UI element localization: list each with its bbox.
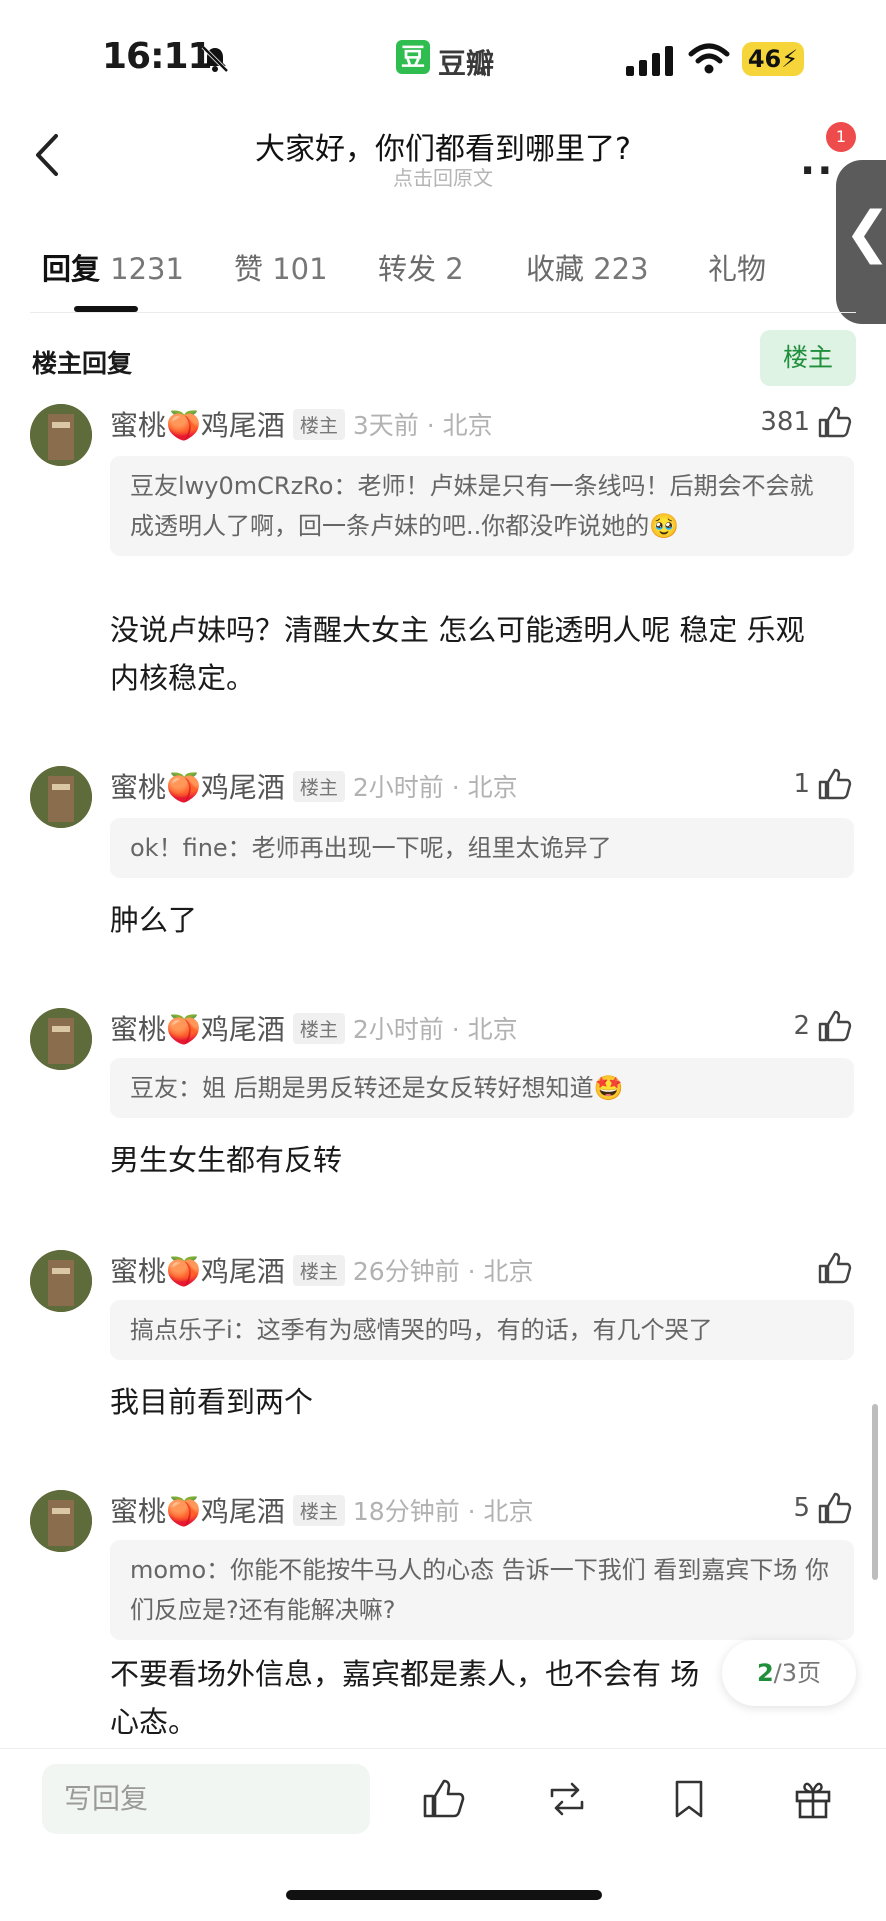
avatar-image <box>30 1008 92 1070</box>
like-control[interactable]: 2 <box>710 1008 852 1044</box>
comment-text: 我目前看到两个 <box>110 1385 314 1419</box>
avatar[interactable] <box>30 1008 92 1070</box>
avatar-image <box>30 1250 92 1312</box>
op-tag: 楼主 <box>292 1254 345 1286</box>
like-control[interactable]: 381 <box>710 404 852 440</box>
avatar-image <box>30 1490 92 1552</box>
comment-meta: 26分钟前 · 北京 <box>352 1257 534 1286</box>
tab-replies[interactable]: 回复 1231 <box>42 246 184 288</box>
op-filter-button[interactable]: 楼主 <box>760 330 856 386</box>
side-panel-handle[interactable]: ❮ <box>836 160 886 324</box>
section-title: 楼主回复 <box>32 349 133 378</box>
bookmark-icon[interactable] <box>666 1776 712 1822</box>
comment-header: 蜜桃🍑鸡尾酒 楼主 2小时前 · 北京 <box>110 1008 518 1048</box>
avatar[interactable] <box>30 1490 92 1552</box>
quoted-comment[interactable]: 豆友lwy0mCRzRo：老师！卢妹是只有一条线吗！后期会不会就成透明人了啊，回… <box>110 456 854 556</box>
avatar[interactable] <box>30 1250 92 1312</box>
like-count: 1 <box>793 769 810 799</box>
thumbs-up-icon[interactable] <box>420 1776 466 1822</box>
tab-likes[interactable]: 赞 101 <box>234 246 328 288</box>
current-page: 2 <box>756 1659 774 1687</box>
home-indicator <box>286 1890 602 1900</box>
comment-header: 蜜桃🍑鸡尾酒 楼主 18分钟前 · 北京 <box>110 1490 534 1530</box>
total-pages: /3页 <box>773 1659 822 1687</box>
gift-icon[interactable] <box>790 1776 836 1822</box>
thumbs-up-icon <box>818 406 852 438</box>
username[interactable]: 蜜桃🍑鸡尾酒 <box>110 1008 285 1048</box>
quoted-comment[interactable]: 搞点乐子i：这季有为感情哭的吗，有的话，有几个哭了 <box>110 1300 854 1360</box>
op-tag: 楼主 <box>292 770 345 802</box>
notification-badge: 1 <box>826 122 856 152</box>
username[interactable]: 蜜桃🍑鸡尾酒 <box>110 404 285 444</box>
like-count: 5 <box>793 1493 810 1523</box>
chevron-left-icon: ❮ <box>844 200 886 265</box>
comment-meta: 3天前 · 北京 <box>352 411 493 440</box>
tabs-divider <box>30 312 856 313</box>
signal-icon <box>626 46 673 76</box>
page-indicator[interactable]: 2/3页 <box>722 1640 856 1706</box>
username[interactable]: 蜜桃🍑鸡尾酒 <box>110 1250 285 1290</box>
username[interactable]: 蜜桃🍑鸡尾酒 <box>110 766 285 806</box>
like-count: 2 <box>793 1011 810 1041</box>
back-to-original-link[interactable]: 点击回原文 <box>0 162 886 191</box>
tab-collections[interactable]: 收藏 223 <box>526 246 649 288</box>
repost-icon[interactable] <box>544 1776 590 1822</box>
thumbs-up-icon <box>818 768 852 800</box>
reply-input[interactable]: 写回复 <box>42 1764 370 1834</box>
username[interactable]: 蜜桃🍑鸡尾酒 <box>110 1490 285 1530</box>
thumbs-up-icon <box>818 1252 852 1284</box>
op-tag: 楼主 <box>292 1012 345 1044</box>
avatar-image <box>30 404 92 466</box>
comment-text: 男生女生都有反转 <box>110 1143 343 1177</box>
status-time: 16:11 <box>102 36 213 77</box>
avatar-image <box>30 766 92 828</box>
tab-reposts[interactable]: 转发 2 <box>378 246 464 288</box>
avatar[interactable] <box>30 404 92 466</box>
wifi-icon <box>688 43 730 74</box>
comment-meta: 18分钟前 · 北京 <box>352 1497 534 1526</box>
comment-text: 没说卢妹吗？清醒大女主 怎么可能透明人呢 稳定 乐观 内核稳定。 <box>110 613 805 695</box>
bell-muted-icon <box>201 45 229 73</box>
battery-indicator: 46⚡ <box>742 42 804 76</box>
like-control[interactable]: 5 <box>710 1490 852 1526</box>
avatar[interactable] <box>30 766 92 828</box>
app-name: 豆瓣 <box>438 47 495 80</box>
thumbs-up-icon <box>818 1010 852 1042</box>
scrollbar[interactable] <box>872 1404 878 1580</box>
comment-header: 蜜桃🍑鸡尾酒 楼主 26分钟前 · 北京 <box>110 1250 534 1290</box>
like-count: 381 <box>760 407 810 437</box>
comment-header: 蜜桃🍑鸡尾酒 楼主 2小时前 · 北京 <box>110 766 518 806</box>
thumbs-up-icon <box>818 1492 852 1524</box>
douban-logo: 豆 <box>396 40 430 74</box>
like-control[interactable]: 1 <box>710 766 852 802</box>
quoted-comment[interactable]: momo：你能不能按牛马人的心态 告诉一下我们 看到嘉宾下场 你们反应是?还有能… <box>110 1540 854 1640</box>
op-tag: 楼主 <box>292 408 345 440</box>
like-control[interactable] <box>710 1250 852 1286</box>
quoted-comment[interactable]: ok！fine：老师再出现一下呢，组里太诡异了 <box>110 818 854 878</box>
tab-gifts[interactable]: 礼物 <box>708 246 766 288</box>
comment-text: 不要看场外信息，嘉宾都是素人，也不会有 场心态。 <box>110 1657 700 1739</box>
comment-header: 蜜桃🍑鸡尾酒 楼主 3天前 · 北京 <box>110 404 493 444</box>
comment-text: 肿么了 <box>110 903 198 937</box>
quoted-comment[interactable]: 豆友：姐 后期是男反转还是女反转好想知道🤩 <box>110 1058 854 1118</box>
comment-meta: 2小时前 · 北京 <box>352 773 518 802</box>
op-tag: 楼主 <box>292 1494 345 1526</box>
comment-meta: 2小时前 · 北京 <box>352 1015 518 1044</box>
more-options-icon[interactable]: ·· <box>800 148 834 194</box>
